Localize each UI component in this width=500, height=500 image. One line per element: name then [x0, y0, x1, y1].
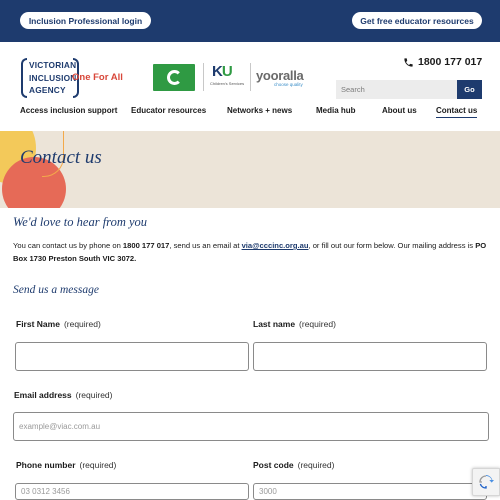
partner-divider	[203, 63, 204, 91]
required-indicator: (required)	[297, 460, 335, 470]
last-name-field[interactable]	[253, 342, 487, 371]
get-free-educator-resources-button[interactable]: Get free educator resources	[352, 12, 482, 29]
first-name-label: First Name (required)	[16, 319, 101, 329]
post-code-label-text: Post code	[253, 460, 294, 470]
last-name-label: Last name (required)	[253, 319, 336, 329]
nav-networks-news[interactable]: Networks + news	[227, 106, 292, 118]
email-field[interactable]	[13, 412, 489, 441]
email-label-text: Email address	[14, 390, 72, 400]
required-indicator: (required)	[75, 390, 113, 400]
ku-childrens-services-logo[interactable]: KU Children's Services	[210, 63, 245, 91]
first-name-field[interactable]	[15, 342, 249, 371]
logo-tagline: One For All	[72, 72, 123, 83]
recaptcha-badge[interactable]	[472, 468, 500, 496]
header-phone-link[interactable]: 1800 177 017	[403, 55, 485, 69]
intro-text-part: You can contact us by phone on	[13, 241, 123, 250]
logo-line-3: AGENCY	[29, 85, 66, 95]
inclusion-professional-login-button[interactable]: Inclusion Professional login	[20, 12, 151, 29]
community-child-care-logo[interactable]	[153, 64, 195, 91]
recaptcha-icon	[479, 475, 494, 489]
search-input[interactable]	[336, 80, 457, 99]
page-banner: Contact us	[0, 131, 500, 208]
nav-contact-us[interactable]: Contact us	[436, 106, 478, 118]
email-label: Email address (required)	[14, 390, 113, 400]
site-search: Go	[336, 80, 482, 99]
contact-intro-text: You can contact us by phone on 1800 177 …	[13, 239, 491, 265]
partner-divider	[250, 63, 251, 91]
contact-heading: We'd love to hear from you	[13, 215, 148, 229]
yooralla-logo[interactable]: yooralla	[256, 68, 304, 83]
form-heading: Send us a message	[13, 284, 99, 296]
cc-logo-icon	[166, 70, 182, 85]
logo-line-1: VICTORIAN	[29, 60, 77, 70]
search-go-button[interactable]: Go	[457, 80, 482, 99]
nav-about-us[interactable]: About us	[382, 106, 417, 118]
logo-line-2: INCLUSION	[29, 72, 77, 83]
top-utility-bar: Inclusion Professional login Get free ed…	[0, 0, 500, 42]
post-code-field[interactable]	[253, 483, 487, 500]
intro-text-part: , or fill out our form below. Our mailin…	[308, 241, 476, 250]
required-indicator: (required)	[63, 319, 101, 329]
phone-label: Phone number (required)	[16, 460, 116, 470]
phone-icon	[404, 57, 413, 67]
first-name-label-text: First Name	[16, 319, 60, 329]
yooralla-logo-subtext: choose quality	[274, 82, 303, 87]
header-phone-number: 1800 177 017	[418, 56, 483, 68]
intro-email-link[interactable]: via@cccinc.org.au	[242, 241, 309, 250]
last-name-label-text: Last name	[253, 319, 296, 329]
phone-field[interactable]	[15, 483, 249, 500]
logo-wordmark: VICTORIAN INCLUSION AGENCY	[29, 59, 77, 97]
intro-phone-number: 1800 177 017	[122, 241, 170, 250]
page-title: Contact us	[20, 147, 102, 168]
intro-text-part: , send us an email at	[169, 241, 242, 250]
required-indicator: (required)	[79, 460, 117, 470]
logo-bracket-left	[21, 58, 27, 98]
ku-logo-subtext: Children's Services	[210, 81, 245, 86]
phone-label-text: Phone number	[16, 460, 76, 470]
nav-media-hub[interactable]: Media hub	[316, 106, 356, 118]
nav-educator-resources[interactable]: Educator resources	[131, 106, 206, 118]
post-code-label: Post code (required)	[253, 460, 334, 470]
ku-logo-icon: KU	[212, 63, 233, 80]
required-indicator: (required)	[299, 319, 336, 329]
nav-access-inclusion-support[interactable]: Access inclusion support	[20, 106, 117, 118]
